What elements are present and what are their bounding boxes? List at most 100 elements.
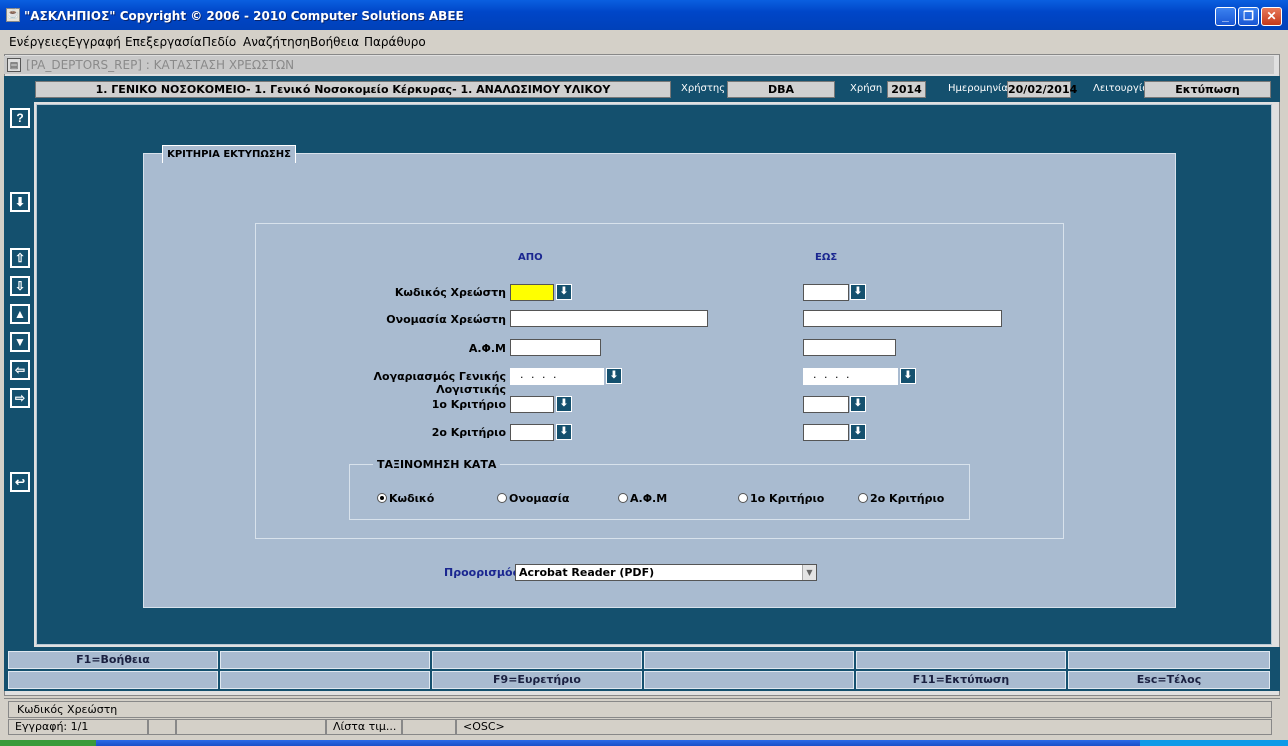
from-header: ΑΠΟ: [518, 252, 543, 263]
radio-icon[interactable]: [858, 493, 868, 503]
criteria-panel-title: ΚΡΙΤΗΡΙΑ ΕΚΤΥΠΩΣΗΣ: [162, 145, 296, 163]
radio-icon[interactable]: [497, 493, 507, 503]
sort-radio-code[interactable]: Κωδικό: [377, 492, 434, 505]
start-button[interactable]: [0, 740, 96, 746]
form-title: [PA_DEPTORS_REP] : ΚΑΤΑΣΤΑΣΗ ΧΡΕΩΣΤΩΝ: [26, 58, 295, 72]
status-cell: [148, 719, 176, 735]
fkey-empty-button[interactable]: [856, 651, 1066, 669]
fkey-empty-button[interactable]: [1068, 651, 1270, 669]
f9-index-button[interactable]: F9=Ευρετήριο: [432, 671, 642, 689]
left-arrow-icon[interactable]: ⇦: [10, 360, 30, 380]
sort-radio-criterion1[interactable]: 1ο Κριτήριο: [738, 492, 824, 505]
from-criterion1-input[interactable]: [510, 396, 554, 413]
organization-field: 1. ΓΕΝΙΚΟ ΝΟΣΟΚΟΜΕΙΟ- 1. Γενικό Νοσοκομε…: [35, 81, 671, 98]
close-button[interactable]: ✕: [1261, 7, 1282, 26]
to-header: ΕΩΣ: [815, 252, 838, 263]
sort-radio-name-label: Ονομασία: [509, 492, 570, 505]
minimize-button[interactable]: _: [1215, 7, 1236, 26]
fkey-empty-button[interactable]: [220, 671, 430, 689]
destination-label: Προορισμός: [444, 566, 520, 579]
to-debtor-code-lov-icon[interactable]: ⬇: [850, 284, 866, 300]
to-criterion1-lov-icon[interactable]: ⬇: [850, 396, 866, 412]
status-cell: [176, 719, 326, 735]
to-afm-input[interactable]: [803, 339, 896, 356]
download-icon[interactable]: ⬇: [10, 192, 30, 212]
status-cell: [402, 719, 456, 735]
gl-account-label: Λογαριασμός Γενικής Λογιστικής: [373, 370, 506, 396]
radio-selected-icon[interactable]: [377, 493, 387, 503]
fkey-empty-button[interactable]: [644, 671, 854, 689]
fkey-empty-button[interactable]: [8, 671, 218, 689]
date-field: 20/02/2014: [1007, 81, 1078, 98]
lov-indicator: Λίστα τιμ...: [326, 719, 402, 735]
system-tray: [1140, 740, 1288, 746]
menu-window[interactable]: Παράθυρο: [364, 35, 426, 49]
to-debtor-name-input[interactable]: [803, 310, 1002, 327]
user-label: Χρήστης: [681, 83, 726, 94]
help-icon[interactable]: ?: [10, 108, 30, 128]
info-bar: 1. ΓΕΝΙΚΟ ΝΟΣΟΚΟΜΕΙΟ- 1. Γενικό Νοσοκομε…: [4, 76, 1280, 102]
fkey-empty-button[interactable]: [432, 651, 642, 669]
criterion1-label: 1ο Κριτήριο: [431, 398, 506, 411]
menu-actions[interactable]: Ενέργειες: [9, 35, 69, 49]
sort-radio-afm[interactable]: Α.Φ.Μ: [618, 492, 667, 505]
fkey-empty-button[interactable]: [644, 651, 854, 669]
undo-icon[interactable]: ↩: [10, 472, 30, 492]
mode-field: Εκτύπωση: [1144, 81, 1271, 98]
destination-select[interactable]: Acrobat Reader (PDF) ▼: [515, 564, 817, 581]
from-debtor-code-lov-icon[interactable]: ⬇: [556, 284, 572, 300]
from-criterion2-lov-icon[interactable]: ⬇: [556, 424, 572, 440]
chevron-down-icon[interactable]: ▼: [802, 565, 816, 580]
sort-group-title: ΤΑΞΙΝΟΜΗΣΗ ΚΑΤΑ: [373, 458, 501, 471]
from-criterion2-input[interactable]: [510, 424, 554, 441]
from-afm-input[interactable]: [510, 339, 601, 356]
criterion2-label: 2ο Κριτήριο: [431, 426, 506, 439]
from-debtor-code-input[interactable]: [510, 284, 554, 301]
f1-help-button[interactable]: F1=Βοήθεια: [8, 651, 218, 669]
next-record-icon[interactable]: ▼: [10, 332, 30, 352]
esc-exit-button[interactable]: Esc=Τέλος: [1068, 671, 1270, 689]
status-message: Κωδικός Χρεώστη: [8, 701, 1272, 718]
radio-icon[interactable]: [738, 493, 748, 503]
record-indicator: Εγγραφή: 1/1: [8, 719, 148, 735]
prev-record-icon[interactable]: ▲: [10, 304, 30, 324]
to-criterion2-lov-icon[interactable]: ⬇: [850, 424, 866, 440]
to-criterion1-input[interactable]: [803, 396, 849, 413]
last-record-icon[interactable]: ⇩: [10, 276, 30, 296]
to-criterion2-input[interactable]: [803, 424, 849, 441]
from-gl-account-input[interactable]: . . . .: [510, 368, 604, 385]
debtor-code-label: Κωδικός Χρεώστη: [394, 286, 506, 299]
afm-label: Α.Φ.Μ: [468, 342, 506, 355]
f11-print-button[interactable]: F11=Εκτύπωση: [856, 671, 1066, 689]
user-field: DBA: [727, 81, 835, 98]
right-arrow-icon[interactable]: ⇨: [10, 388, 30, 408]
from-criterion1-lov-icon[interactable]: ⬇: [556, 396, 572, 412]
sort-radio-name[interactable]: Ονομασία: [497, 492, 569, 505]
menu-search[interactable]: Αναζήτηση: [243, 35, 310, 49]
to-gl-account-input[interactable]: . . . .: [803, 368, 898, 385]
os-taskbar: [0, 740, 1288, 746]
first-record-icon[interactable]: ⇧: [10, 248, 30, 268]
mode-label: Λειτουργία: [1093, 83, 1149, 94]
date-label: Ημερομηνία: [948, 83, 1009, 94]
form-icon: ▤: [7, 58, 21, 72]
menu-edit[interactable]: Επεξεργασία: [125, 35, 202, 49]
menu-field[interactable]: Πεδίο: [202, 35, 236, 49]
destination-value: Acrobat Reader (PDF): [519, 566, 655, 579]
from-gl-account-lov-icon[interactable]: ⬇: [606, 368, 622, 384]
year-label: Χρήση: [850, 83, 883, 94]
application-window: ☕ "ΑΣΚΛΗΠΙΟΣ" Copyright © 2006 - 2010 Co…: [0, 0, 1288, 746]
menu-help[interactable]: Βοήθεια: [310, 35, 359, 49]
to-debtor-code-input[interactable]: [803, 284, 849, 301]
menu-record[interactable]: Εγγραφή: [68, 35, 121, 49]
year-field: 2014: [887, 81, 926, 98]
to-gl-account-lov-icon[interactable]: ⬇: [900, 368, 916, 384]
from-debtor-name-input[interactable]: [510, 310, 708, 327]
sort-radio-criterion1-label: 1ο Κριτήριο: [750, 492, 825, 505]
fkey-empty-button[interactable]: [220, 651, 430, 669]
radio-icon[interactable]: [618, 493, 628, 503]
title-bar[interactable]: ☕ "ΑΣΚΛΗΠΙΟΣ" Copyright © 2006 - 2010 Co…: [0, 0, 1288, 30]
sort-radio-criterion2[interactable]: 2ο Κριτήριο: [858, 492, 944, 505]
restore-button[interactable]: ❐: [1238, 7, 1259, 26]
status-bar: Κωδικός Χρεώστη Εγγραφή: 1/1 Λίστα τιμ..…: [4, 698, 1280, 736]
